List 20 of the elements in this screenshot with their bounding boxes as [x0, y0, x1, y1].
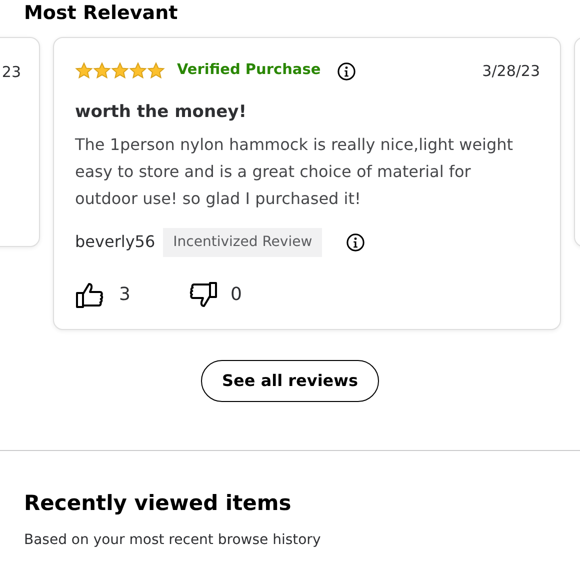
star-icon [111, 62, 129, 80]
star-icon [129, 62, 147, 80]
star-icon [93, 62, 111, 80]
section-title: Recently viewed items [24, 490, 292, 516]
review-tag: Incentivized Review [163, 228, 322, 257]
verified-label: Verified Purchase [177, 61, 321, 80]
review-title: worth the money! [75, 102, 248, 123]
review-date: 23 [2, 62, 21, 81]
see-all-button[interactable]: See all reviews [201, 360, 379, 402]
review-text: The 1person nylon hammock is really nice,light weight easy to store and is a great choice of material for outdoor use! so glad I purchased it! [75, 134, 514, 210]
helpful-button[interactable]: 3 [75, 280, 130, 309]
star-icon [75, 62, 93, 80]
star-icon [147, 62, 165, 80]
info-icon[interactable] [346, 232, 366, 252]
unhelpful-button[interactable]: 0 [186, 280, 242, 309]
section-title: Most Relevant [24, 2, 179, 25]
info-icon[interactable] [336, 62, 356, 81]
reviewer-name: beverly56 [75, 231, 156, 254]
section-subtitle: Based on your most recent browse history [24, 530, 322, 550]
review-date: 3/28/23 [482, 60, 540, 82]
